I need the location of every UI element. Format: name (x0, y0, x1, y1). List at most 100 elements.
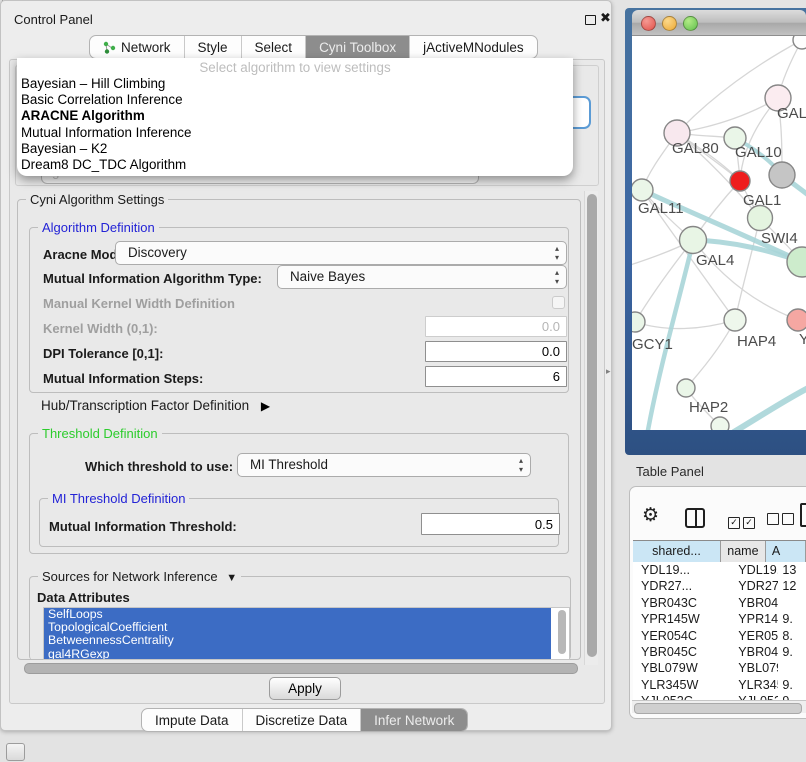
table-row[interactable]: YER054CYER054C8. (633, 628, 806, 644)
node-hap4[interactable] (724, 309, 746, 331)
node-partial-bottom[interactable] (711, 417, 729, 430)
which-threshold-value: MI Threshold (250, 457, 328, 472)
table-horizontal-scrollbar[interactable] (632, 700, 806, 713)
tab-impute-data[interactable]: Impute Data (142, 709, 242, 731)
node-label: GAL (777, 105, 806, 122)
dpi-tolerance-input[interactable] (425, 341, 567, 362)
list-scrollbar-thumb[interactable] (558, 610, 566, 654)
settings-horizontal-scrollbar[interactable] (21, 662, 581, 674)
close-icon[interactable]: ✖ (600, 10, 611, 26)
node-gal4[interactable] (680, 227, 707, 254)
table-cell: YBR045C (633, 644, 729, 660)
node-swi4-big[interactable] (787, 247, 806, 277)
table-cell: YDR27... (633, 578, 729, 594)
mac-minimize-icon[interactable] (662, 16, 677, 31)
node-partial-top[interactable] (793, 36, 806, 49)
mi-algorithm-type-combo[interactable]: Naive Bayes ▴▾ (277, 265, 567, 289)
table-row[interactable]: YDR27...YDR27...12 (633, 578, 806, 594)
node-label: GAL10 (735, 144, 782, 161)
table-cell: 9. (778, 644, 806, 660)
algorithm-option[interactable]: Bayesian – K2 (17, 141, 573, 157)
tab-style[interactable]: Style (184, 36, 241, 58)
window-title: Control Panel (14, 12, 93, 27)
data-attributes-label: Data Attributes (37, 590, 130, 605)
table-row[interactable]: YLR345WYLR345W9. (633, 677, 806, 693)
node-gal11[interactable] (632, 179, 653, 201)
table-cell: YPR145W (729, 611, 778, 627)
algorithm-option[interactable]: Mutual Information Inference (17, 125, 573, 141)
algorithm-option[interactable]: Dream8 DC_TDC Algorithm (17, 157, 573, 173)
node-gray[interactable] (769, 162, 795, 188)
data-attribute-item[interactable]: gal4RGexp (44, 648, 551, 660)
node-gal1[interactable] (748, 206, 773, 231)
network-icon (103, 41, 116, 54)
export-table-icon[interactable] (800, 503, 806, 527)
cyni-bottom-tabbar: Impute Data Discretize Data Infer Networ… (141, 708, 468, 732)
table-cell: 13 (778, 562, 806, 578)
table-row[interactable]: YPR145WYPR145W9. (633, 611, 806, 627)
float-window-icon[interactable] (585, 15, 596, 25)
gear-icon[interactable]: ⚙ (642, 504, 659, 527)
table-row[interactable]: YJL052CYJL052C9 (633, 693, 806, 700)
unchecked-box-icon (767, 513, 779, 525)
algorithm-option[interactable]: Bayesian – Hill Climbing (17, 76, 573, 92)
which-threshold-combo[interactable]: MI Threshold ▴▾ (237, 453, 531, 477)
select-all-icon[interactable]: ✓✓ (728, 512, 758, 530)
network-edge[interactable] (677, 98, 778, 133)
node-red[interactable] (730, 171, 750, 191)
mi-threshold-definition-title: MI Threshold Definition (48, 491, 189, 506)
algorithm-dropdown: Select algorithm to view settings Bayesi… (17, 58, 573, 176)
network-canvas[interactable]: GALGAL80GAL10GAL1GAL11SWI4GAL4GCY1HAP4YH… (632, 36, 806, 430)
tab-jactivemnodules[interactable]: jActiveMNodules (409, 36, 537, 58)
tab-cyni-toolbox[interactable]: Cyni Toolbox (305, 36, 409, 58)
settings-vertical-scrollbar[interactable] (584, 191, 598, 665)
mi-threshold-input[interactable] (421, 513, 560, 535)
table-cell: YBR043C (633, 595, 729, 611)
aracne-mode-combo[interactable]: Discovery ▴▾ (115, 241, 567, 265)
data-attribute-item[interactable]: BetweennessCentrality (44, 634, 551, 647)
node-salmon[interactable] (787, 309, 806, 331)
data-attributes-list[interactable]: SelfLoopsTopologicalCoefficientBetweenne… (43, 607, 570, 660)
tab-network-label: Network (121, 40, 171, 55)
algorithm-option[interactable]: ARACNE Algorithm (17, 108, 573, 124)
column-header-shared-name[interactable]: shared... (633, 541, 721, 562)
table-cell: YDL19... (633, 562, 729, 578)
table-row[interactable]: YBL079WYBL079W (633, 660, 806, 676)
network-graph[interactable]: GALGAL80GAL10GAL1GAL11SWI4GAL4GCY1HAP4YH… (632, 36, 806, 430)
kernel-width-input[interactable] (425, 316, 567, 337)
node-gcy1[interactable] (632, 312, 645, 332)
column-header-name[interactable]: name (721, 541, 766, 562)
network-window-titlebar[interactable] (632, 10, 806, 36)
manual-kernel-width-checkbox[interactable] (552, 296, 565, 309)
node-label: GAL4 (696, 252, 734, 269)
table-body: YDL19...YDL19...13YDR27...YDR27...12YBR0… (633, 562, 806, 700)
node-label: SWI4 (761, 230, 798, 247)
settings-group-title: Cyni Algorithm Settings (26, 192, 168, 207)
mi-steps-input[interactable] (425, 366, 567, 387)
minimized-panel-icon[interactable] (6, 743, 25, 761)
table-cell (778, 595, 806, 611)
table-row[interactable]: YBR045CYBR045C9. (633, 644, 806, 660)
tab-select[interactable]: Select (241, 36, 306, 58)
mac-close-icon[interactable] (641, 16, 656, 31)
tab-infer-network[interactable]: Infer Network (360, 709, 467, 731)
deselect-all-icon[interactable] (767, 512, 797, 530)
show-columns-icon[interactable] (685, 508, 705, 528)
network-edge[interactable] (686, 320, 735, 388)
hub-transcription-factor-section[interactable]: Hub/Transcription Factor Definition ▶ (41, 398, 270, 413)
tab-discretize-data[interactable]: Discretize Data (242, 709, 361, 731)
sources-group-title[interactable]: Sources for Network Inference ▼ (38, 569, 241, 584)
table-row[interactable]: YDL19...YDL19...13 (633, 562, 806, 578)
algorithm-option[interactable]: Basic Correlation Inference (17, 92, 573, 108)
checked-box-icon: ✓ (743, 517, 755, 529)
node-hap2[interactable] (677, 379, 695, 397)
network-edge-highlighted[interactable] (734, 386, 806, 430)
table-row[interactable]: YBR043CYBR043C (633, 595, 806, 611)
mi-algorithm-type-label: Mutual Information Algorithm Type: (43, 271, 262, 286)
splitter-collapse-icon[interactable]: ▸ (606, 366, 611, 377)
tab-network[interactable]: Network (90, 36, 184, 58)
network-edge[interactable] (635, 320, 735, 329)
apply-button[interactable]: Apply (269, 677, 341, 700)
mac-zoom-icon[interactable] (683, 16, 698, 31)
column-header-partial[interactable]: A (766, 541, 806, 562)
